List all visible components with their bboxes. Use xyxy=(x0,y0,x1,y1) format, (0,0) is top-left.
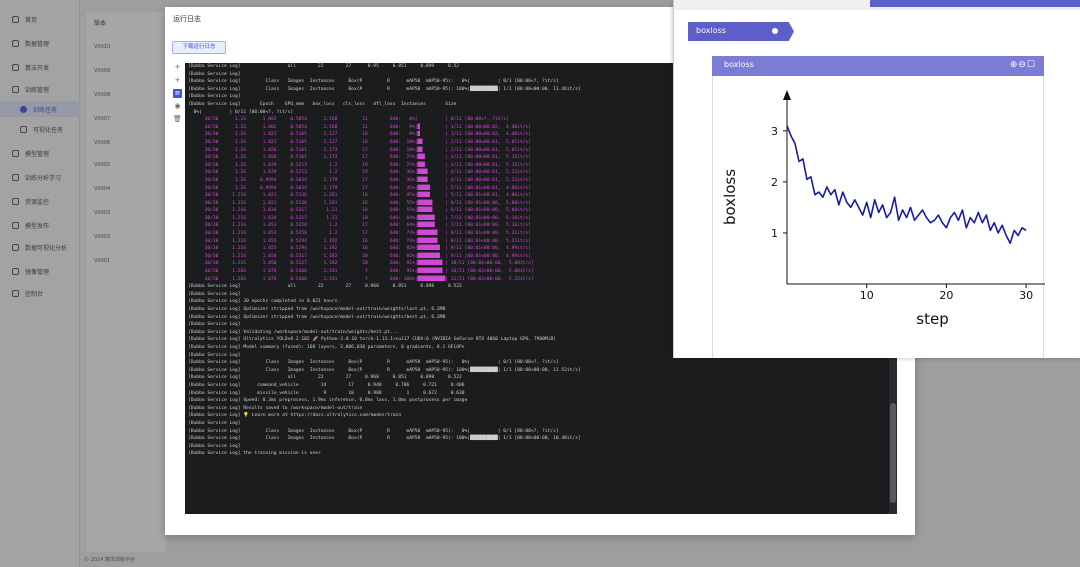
log-line: [Dubbo Service Log] the training mission… xyxy=(188,451,321,457)
log-line: [Dubbo Service Log] Class Images Instanc… xyxy=(188,428,559,434)
log-line: [Dubbo Service Log] all 22 27 0.968 0.85… xyxy=(188,375,462,381)
x-tick-label: 20 xyxy=(939,289,953,302)
y-tick-label: 1 xyxy=(771,227,778,240)
y-axis-arrow xyxy=(783,90,791,100)
y-tick-label: 3 xyxy=(771,125,778,138)
modal-title: 运行日志 xyxy=(173,15,201,23)
add-button[interactable]: + xyxy=(173,76,182,85)
boxloss-series-line xyxy=(786,125,1027,244)
log-line: [Dubbo Service Log] missile_vehicle 9 10… xyxy=(188,390,465,396)
boxloss-tab[interactable]: boxloss xyxy=(688,22,794,41)
log-line: [Dubbo Service Log] Class Images Instanc… xyxy=(188,436,581,442)
boxloss-window: boxloss boxloss ⊕⊖☐ 10 20 30 1 2 3 step boxloss xyxy=(673,0,1080,358)
log-toolbar: + + ≡ ◉ 🗑 xyxy=(171,63,185,128)
record-button[interactable]: ◉ xyxy=(173,102,182,111)
y-axis-label: boxloss xyxy=(721,169,739,225)
download-log-button[interactable]: 下载运行日志 xyxy=(172,41,226,54)
chart-panel-header: boxloss ⊕⊖☐ xyxy=(712,56,1044,76)
tab-label: boxloss xyxy=(696,26,726,35)
x-tick-label: 10 xyxy=(860,289,874,302)
y-tick-label: 2 xyxy=(771,176,778,189)
panel-zoom-controls-icon[interactable]: ⊕⊖☐ xyxy=(1010,60,1036,70)
log-line: [Dubbo Service Log] xyxy=(188,420,241,426)
log-line: [Dubbo Service Log] Results saved to /wo… xyxy=(188,405,363,411)
topbar-accent xyxy=(870,0,1080,7)
log-line: [Dubbo Service Log] Class Images Instanc… xyxy=(188,367,581,373)
wrap-button[interactable]: ≡ xyxy=(173,89,182,98)
log-line: [Dubbo Service Log] command_vehicle 14 1… xyxy=(188,382,465,388)
x-axis-label: step xyxy=(916,310,948,328)
window-topbar xyxy=(674,0,1080,10)
chart-panel: 10 20 30 1 2 3 step boxloss xyxy=(712,76,1045,358)
log-line: [Dubbo Service Log] xyxy=(188,443,241,449)
tab-dot-icon xyxy=(772,28,778,34)
zoom-in-button[interactable]: + xyxy=(173,63,182,72)
panel-title: boxloss xyxy=(724,60,754,69)
boxloss-chart: 10 20 30 1 2 3 step boxloss xyxy=(721,90,1045,328)
log-line: [Dubbo Service Log] 💡 Learn more at http… xyxy=(188,413,402,419)
log-line: [Dubbo Service Log] Speed: 0.3ms preproc… xyxy=(188,398,468,404)
log-line: [Dubbo Service Log] Class Images Instanc… xyxy=(188,360,559,366)
x-tick-label: 30 xyxy=(1019,289,1033,302)
delete-icon[interactable]: 🗑 xyxy=(173,115,182,124)
console-scroll-thumb[interactable] xyxy=(890,403,896,503)
